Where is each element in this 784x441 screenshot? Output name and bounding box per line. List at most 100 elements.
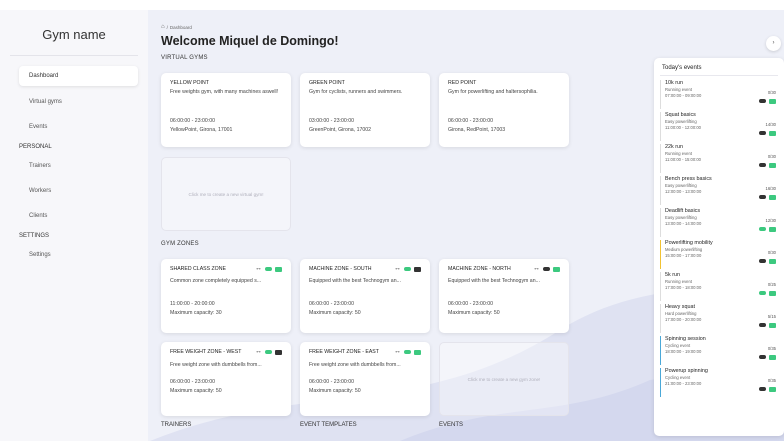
screen-icon: [769, 323, 776, 328]
sidebar-item-clients[interactable]: Clients: [0, 204, 148, 229]
gym-zones-heading: GYM ZONES: [161, 241, 199, 247]
mask-icon: [759, 163, 766, 167]
event-attendance: 0/30: [767, 250, 776, 255]
breadcrumb-separator: /: [166, 24, 168, 30]
screen-icon: [769, 163, 776, 168]
event-icons: [759, 355, 776, 360]
zone-hours: 11:00:00 - 20:00:00: [170, 301, 215, 307]
event-name: 5k run: [665, 272, 680, 278]
page-title: Welcome Miquel de Domingo!: [161, 34, 339, 48]
mask-icon: [543, 267, 550, 271]
gym-name: GREEN POINT: [309, 80, 345, 86]
event-name: Powerlifting mobility: [665, 240, 713, 246]
zone-capacity: Maximum capacity: 30: [170, 310, 222, 316]
chevron-right-icon[interactable]: ›: [766, 36, 781, 51]
virtual-gym-card[interactable]: YELLOW POINT Free weights gym, with many…: [161, 73, 291, 147]
event-name: Spinning session: [665, 336, 706, 342]
todays-events-panel: Today's events 10k run Running event 07:00…: [654, 58, 784, 436]
event-attendance: 0/30: [767, 90, 776, 95]
screen-icon: [275, 266, 282, 272]
shared-arrows-icon: ↔: [255, 265, 262, 272]
gym-zone-card[interactable]: SHARED CLASS ZONE ↔ Common zone complete…: [161, 259, 291, 333]
sidebar-item-trainers[interactable]: Trainers: [0, 154, 148, 179]
event-item[interactable]: 5k run Running event 17:00:00 - 18:00:00 0/…: [660, 272, 778, 301]
event-item[interactable]: Heavy squat Hard powerlifting 17:00:00 - 2…: [660, 304, 778, 333]
shared-arrows-icon: ↔: [394, 348, 401, 355]
mask-icon: [759, 387, 766, 391]
screen-icon: [414, 349, 421, 355]
event-item[interactable]: Squat basics Easy powerlifting 11:00:00 - …: [660, 112, 778, 141]
event-name: 22k run: [665, 144, 683, 150]
event-attendance: 16/30: [765, 186, 776, 191]
event-name: Squat basics: [665, 112, 696, 118]
zone-name: SHARED CLASS ZONE: [170, 266, 226, 272]
zone-name: FREE WEIGHT ZONE - EAST: [309, 349, 379, 355]
screen-icon: [769, 259, 776, 264]
screen-icon: [769, 355, 776, 360]
virtual-gyms-heading: VIRTUAL GYMS: [161, 55, 208, 61]
event-item[interactable]: Powerlifting mobility Medium powerlifting…: [660, 240, 778, 269]
zone-capacity: Maximum capacity: 50: [170, 388, 222, 394]
virtual-gym-card[interactable]: RED POINT Gym for powerlifting and halte…: [439, 73, 569, 147]
screen-icon: [769, 195, 776, 200]
mask-icon: [759, 355, 766, 359]
virtual-gym-card[interactable]: GREEN POINT Gym for cyclists, runners an…: [300, 73, 430, 147]
gym-name: RED POINT: [448, 80, 477, 86]
gym-description: Gym for powerlifting and haltersophilia.: [448, 89, 538, 95]
zone-hours: 06:00:00 - 23:00:00: [309, 301, 354, 307]
zone-description: Free weight zone with dumbbells from...: [170, 362, 262, 368]
event-icons: [759, 323, 776, 328]
mask-icon: [759, 131, 766, 135]
gym-description: Free weights gym, with many machines asw…: [170, 89, 279, 95]
mask-icon: [759, 99, 766, 103]
gym-zone-card[interactable]: FREE WEIGHT ZONE - EAST ↔ Free weight zo…: [300, 342, 430, 416]
gym-description: Gym for cyclists, runners and swimmers.: [309, 89, 403, 95]
virtual-gyms-create-row: Click me to create a new virtual gym!: [161, 157, 616, 231]
divider: [660, 75, 778, 76]
trainers-heading: TRAINERS: [161, 422, 192, 428]
event-icons: [759, 195, 776, 200]
zone-description: Free weight zone with dumbbells from...: [309, 362, 401, 368]
sidebar-item-workers[interactable]: Workers: [0, 179, 148, 204]
screen-icon: [769, 131, 776, 136]
zone-name: MACHINE ZONE - SOUTH: [309, 266, 372, 272]
mask-icon: [759, 323, 766, 327]
event-item[interactable]: Spinning session Cycling event 18:00:00 - …: [660, 336, 778, 365]
mask-icon: [265, 267, 272, 271]
create-gym-zone-button[interactable]: Click me to create a new gym zone!: [439, 342, 569, 416]
mask-icon: [265, 350, 272, 354]
event-attendance: 5/15: [767, 314, 776, 319]
event-name: Deadlift basics: [665, 208, 701, 214]
event-item[interactable]: 22k run Running event 11:00:00 - 15:00:00 0…: [660, 144, 778, 173]
event-item[interactable]: Bench press basics Easy powerlifting 12:00…: [660, 176, 778, 205]
event-attendance: 0/35: [767, 346, 776, 351]
event-attendance: 0/30: [767, 154, 776, 159]
create-virtual-gym-button[interactable]: Click me to create a new virtual gym!: [161, 157, 291, 231]
event-icons: [759, 227, 776, 232]
zone-description: Common zone completely equipped s...: [170, 278, 262, 284]
event-icons: [759, 291, 776, 296]
mask-icon: [404, 267, 411, 271]
event-item[interactable]: Powerup spinning Cycling event 21:00:00 - …: [660, 368, 778, 397]
gym-hours: 06:00:00 - 23:00:00: [170, 118, 215, 124]
events-heading: EVENTS: [439, 422, 464, 428]
event-name: Heavy squat: [665, 304, 695, 310]
home-icon[interactable]: ⌂: [161, 24, 165, 30]
gym-zone-card[interactable]: MACHINE ZONE - SOUTH ↔ Equipped with the…: [300, 259, 430, 333]
sidebar-item-virtual-gyms[interactable]: Virtual gyms: [0, 90, 148, 115]
gym-location: Girona, RedPoint, 17003: [448, 127, 506, 133]
sidebar-item-events[interactable]: Events: [0, 115, 148, 140]
gym-zone-card[interactable]: FREE WEIGHT ZONE - WEST ↔ Free weight zo…: [161, 342, 291, 416]
screen-icon: [275, 349, 282, 355]
gym-location: YellowPoint, Girona, 17001: [170, 127, 233, 133]
event-item[interactable]: Deadlift basics Easy powerlifting 13:00:00…: [660, 208, 778, 237]
sidebar-item-settings[interactable]: Settings: [0, 243, 148, 268]
sidebar-item-dashboard[interactable]: Dashboard: [19, 66, 138, 86]
event-item[interactable]: 10k run Running event 07:00:00 - 09:00:00 0…: [660, 80, 778, 109]
virtual-gyms-row: YELLOW POINT Free weights gym, with many…: [161, 73, 616, 147]
breadcrumb-current: Dashboard: [169, 24, 192, 30]
breadcrumb: ⌂ / Dashboard: [161, 24, 616, 30]
screen-icon: [553, 266, 560, 272]
zone-capacity: Maximum capacity: 50: [309, 388, 361, 394]
gym-zone-card[interactable]: MACHINE ZONE - NORTH ↔ Equipped with the…: [439, 259, 569, 333]
